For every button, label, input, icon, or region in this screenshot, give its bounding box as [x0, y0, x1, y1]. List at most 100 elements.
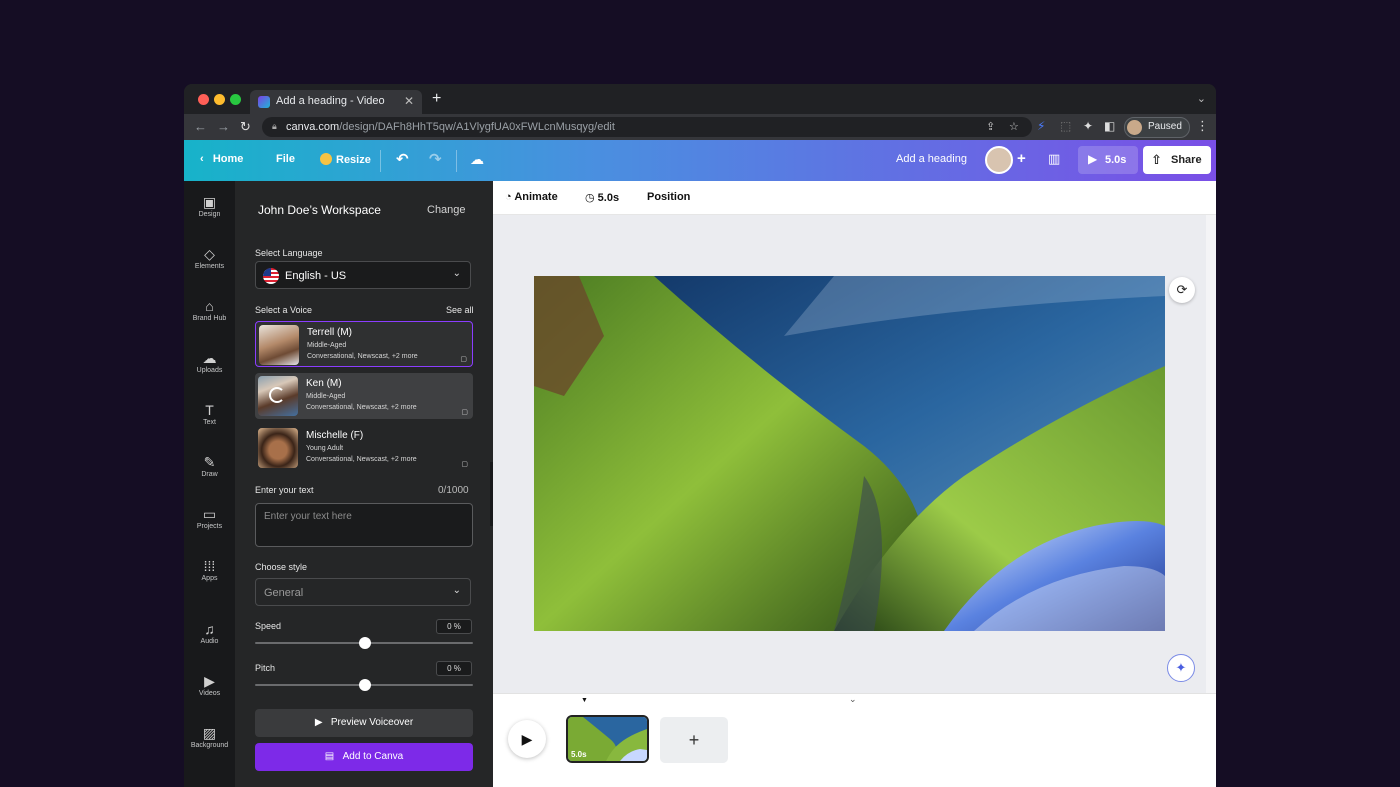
rail-item-label: Brand Hub	[192, 315, 227, 322]
extension-dotted-icon[interactable]: ⬚	[1060, 119, 1071, 133]
lock-icon: ▢	[460, 356, 467, 363]
animate-label: Animate	[514, 191, 558, 203]
rail-item-uploads[interactable]: ☁ Uploads	[184, 349, 235, 374]
rail-item-brand-hub[interactable]: ⌂ Brand Hub	[184, 297, 235, 322]
rail-item-label: Draw	[201, 471, 218, 478]
style-select[interactable]: General ⌄	[255, 578, 471, 606]
collapse-timeline-chevron-icon[interactable]: ⌄	[849, 694, 857, 705]
elements-icon: ◇	[204, 246, 215, 262]
rail-item-background[interactable]: ▨ Background	[184, 724, 235, 749]
magic-sparkle-icon[interactable]: ✦	[1167, 654, 1195, 682]
add-collaborator-icon[interactable]: +	[1017, 150, 1026, 167]
zoom-window-button[interactable]	[230, 94, 241, 105]
voiceover-text-input[interactable]: Enter your text here	[255, 503, 473, 547]
share-button[interactable]: ⇧ Share	[1143, 146, 1211, 174]
pitch-value-input[interactable]: 0 %	[436, 661, 472, 676]
voice-name: Mischelle (F)	[306, 430, 364, 441]
undo-icon[interactable]: ↶	[396, 150, 409, 168]
forward-arrow-icon[interactable]: →	[217, 119, 230, 134]
voice-option-ken[interactable]: Ken (M) Middle-Aged Conversational, News…	[255, 373, 473, 419]
enter-text-label: Enter your text	[255, 485, 314, 495]
tab-title: Add a heading - Video	[276, 95, 385, 107]
us-flag-icon	[263, 268, 279, 284]
editor-header: ‹ Home File Resize ↶ ↷ ☁ Add a heading +…	[184, 140, 1216, 181]
language-value: English - US	[285, 270, 347, 282]
lock-icon: ▢	[461, 461, 468, 468]
rotate-icon[interactable]: ⟳	[1169, 277, 1195, 303]
videos-icon: ▶	[204, 673, 215, 689]
speed-value-input[interactable]: 0 %	[436, 619, 472, 634]
close-window-button[interactable]	[198, 94, 209, 105]
voiceover-panel: John Doe’s Workspace Change Select Langu…	[235, 181, 493, 787]
file-menu-button[interactable]: File	[276, 153, 295, 165]
background-icon: ▨	[202, 725, 217, 741]
voice-age: Middle-Aged	[306, 393, 346, 400]
rail-item-design[interactable]: ▣ Design	[184, 193, 235, 218]
voice-option-mischelle[interactable]: Mischelle (F) Young Adult Conversational…	[255, 425, 473, 471]
share-page-icon[interactable]: ⇪	[986, 120, 995, 133]
clock-icon: ◷	[585, 192, 595, 204]
timing-button[interactable]: ◷ 5.0s	[585, 191, 619, 204]
address-bar[interactable]: 🔒︎ canva.com/design/DAFh8HhT5qw/A1VlygfU…	[262, 117, 1032, 137]
apps-icon: ⁞⁞⁞	[203, 558, 216, 574]
back-arrow-icon[interactable]: ←	[194, 119, 207, 134]
rail-item-label: Projects	[196, 523, 223, 530]
resize-button[interactable]: Resize	[320, 153, 371, 166]
choose-style-label: Choose style	[255, 562, 308, 572]
page-thumbnail[interactable]: 5.0s	[566, 715, 649, 763]
rail-item-projects[interactable]: ▭ Projects	[184, 505, 235, 530]
profile-button[interactable]: Paused	[1124, 117, 1190, 138]
rail-item-label: Videos	[198, 690, 221, 697]
rail-item-videos[interactable]: ▶ Videos	[184, 672, 235, 697]
language-select[interactable]: English - US ⌄	[255, 261, 471, 289]
animate-button[interactable]: ◔ Animate	[505, 191, 558, 203]
rail-item-audio[interactable]: ♫ Audio	[184, 620, 235, 645]
cloud-saved-icon[interactable]: ☁	[470, 151, 484, 168]
play-preview-button[interactable]: ▶ 5.0s	[1078, 146, 1138, 174]
rail-item-elements[interactable]: ◇ Elements	[184, 245, 235, 270]
extension-blue-icon[interactable]: ⚡	[1037, 119, 1045, 133]
lock-icon: ▢	[461, 409, 468, 416]
timeline-play-button[interactable]: ▶	[508, 720, 546, 758]
insights-chart-icon[interactable]: ▥	[1048, 151, 1060, 167]
new-tab-button[interactable]: +	[432, 90, 441, 108]
share-upload-icon: ⇧	[1151, 152, 1162, 167]
playhead-marker-icon[interactable]: ▼	[581, 697, 588, 704]
profile-avatar	[1127, 120, 1142, 135]
design-icon: ▣	[202, 194, 217, 210]
browser-menu-icon[interactable]: ⋮	[1196, 118, 1209, 134]
add-page-button[interactable]: +	[660, 717, 728, 763]
home-button[interactable]: ‹ Home	[200, 153, 243, 165]
collaborator-avatar[interactable]	[985, 146, 1013, 174]
reload-icon[interactable]: ↻	[240, 119, 251, 135]
speed-slider-handle[interactable]	[359, 637, 371, 649]
change-workspace-link[interactable]: Change	[427, 204, 466, 216]
redo-icon[interactable]: ↷	[429, 150, 442, 168]
rail-item-text[interactable]: T Text	[184, 401, 235, 426]
position-button[interactable]: Position	[647, 191, 690, 203]
tab-search-chevron-icon[interactable]: ⌄	[1197, 92, 1206, 105]
close-tab-icon[interactable]: ✕	[404, 94, 414, 108]
canvas-scrollbar[interactable]	[1206, 215, 1216, 693]
side-panel-icon[interactable]: ◧	[1104, 119, 1115, 133]
play-icon: ▶	[314, 717, 323, 728]
add-to-canva-button[interactable]: ▤ Add to Canva	[255, 743, 473, 771]
voice-avatar	[258, 428, 298, 468]
speed-slider[interactable]	[255, 637, 473, 649]
see-all-link[interactable]: See all	[446, 305, 474, 315]
browser-tab[interactable]: Add a heading - Video ✕	[250, 90, 422, 114]
extensions-puzzle-icon[interactable]: ✦	[1083, 119, 1093, 133]
voice-tags: Conversational, Newscast, +2 more	[307, 353, 418, 360]
pitch-slider[interactable]	[255, 679, 473, 691]
uploads-icon: ☁	[202, 350, 217, 366]
rail-item-apps[interactable]: ⁞⁞⁞ Apps	[184, 557, 235, 582]
minimize-window-button[interactable]	[214, 94, 225, 105]
pitch-slider-handle[interactable]	[359, 679, 371, 691]
canva-favicon-icon	[258, 96, 270, 108]
landscape-video-frame[interactable]	[534, 276, 1165, 631]
preview-voiceover-button[interactable]: ▶ Preview Voiceover	[255, 709, 473, 737]
bookmark-star-icon[interactable]: ☆	[1009, 120, 1019, 133]
rail-item-draw[interactable]: ✎ Draw	[184, 453, 235, 478]
design-title[interactable]: Add a heading	[896, 153, 967, 165]
voice-option-terrell[interactable]: Terrell (M) Middle-Aged Conversational, …	[255, 321, 473, 367]
